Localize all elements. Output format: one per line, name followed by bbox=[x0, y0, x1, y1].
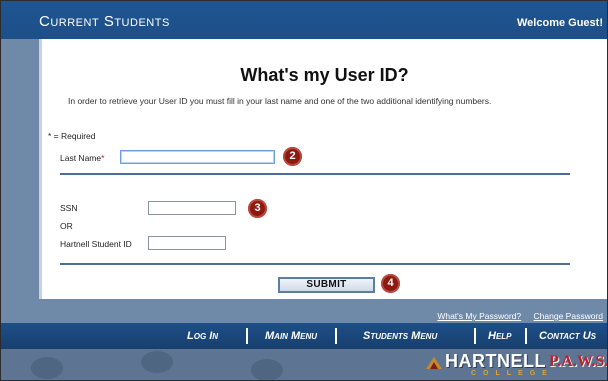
paws-logo: P.A.W.S. bbox=[549, 353, 608, 370]
instructions-text: In order to retrieve your User ID you mu… bbox=[68, 96, 492, 106]
nav-main-menu[interactable]: Main Menu bbox=[265, 330, 317, 342]
submit-button[interactable]: SUBMIT bbox=[278, 277, 375, 293]
nav-log-in[interactable]: Log In bbox=[187, 330, 218, 342]
student-id-label: Hartnell Student ID bbox=[60, 239, 132, 249]
ssn-label: SSN bbox=[60, 203, 78, 213]
page-title: What's my User ID? bbox=[240, 65, 409, 85]
section-divider bbox=[60, 173, 570, 175]
paw-print-icon bbox=[251, 359, 283, 380]
step-badge-3: 3 bbox=[248, 199, 267, 218]
step-badge-2: 2 bbox=[283, 147, 302, 166]
section-title: Current Students bbox=[39, 13, 170, 30]
last-name-input[interactable] bbox=[120, 150, 275, 164]
last-name-label: Last Name* bbox=[60, 153, 105, 163]
welcome-text: Welcome Guest! bbox=[517, 17, 603, 29]
nav-contact-us[interactable]: Contact Us bbox=[539, 330, 596, 342]
nav-help[interactable]: Help bbox=[488, 330, 512, 342]
college-logo-text: COLLEGE bbox=[471, 370, 554, 377]
hartnell-logo: HARTNELL bbox=[445, 351, 546, 371]
nav-separator bbox=[246, 328, 248, 344]
forgot-password-link[interactable]: What's My Password? bbox=[437, 311, 521, 321]
page-frame: Current Students Welcome Guest! What's m… bbox=[0, 0, 608, 381]
step-badge-4: 4 bbox=[381, 274, 400, 293]
footer-nav: Log In Main Menu Students Menu Help Cont… bbox=[1, 323, 607, 349]
nav-separator bbox=[525, 328, 527, 344]
paw-print-icon bbox=[31, 357, 63, 379]
paw-print-icon bbox=[141, 351, 173, 373]
nav-separator bbox=[335, 328, 337, 344]
section-divider-bottom bbox=[60, 263, 570, 265]
student-id-input[interactable] bbox=[148, 236, 226, 250]
required-note: * = Required bbox=[48, 131, 96, 141]
nav-students-menu[interactable]: Students Menu bbox=[363, 330, 437, 342]
form-card: What's my User ID? In order to retrieve … bbox=[39, 39, 607, 299]
top-header-bar: Current Students Welcome Guest! bbox=[1, 1, 607, 39]
nav-separator bbox=[474, 328, 476, 344]
required-star: * bbox=[101, 153, 105, 163]
ssn-input[interactable] bbox=[148, 201, 236, 215]
hartnell-emblem-icon bbox=[426, 357, 442, 369]
or-label: OR bbox=[60, 221, 73, 231]
change-password-link[interactable]: Change Password bbox=[534, 311, 603, 321]
